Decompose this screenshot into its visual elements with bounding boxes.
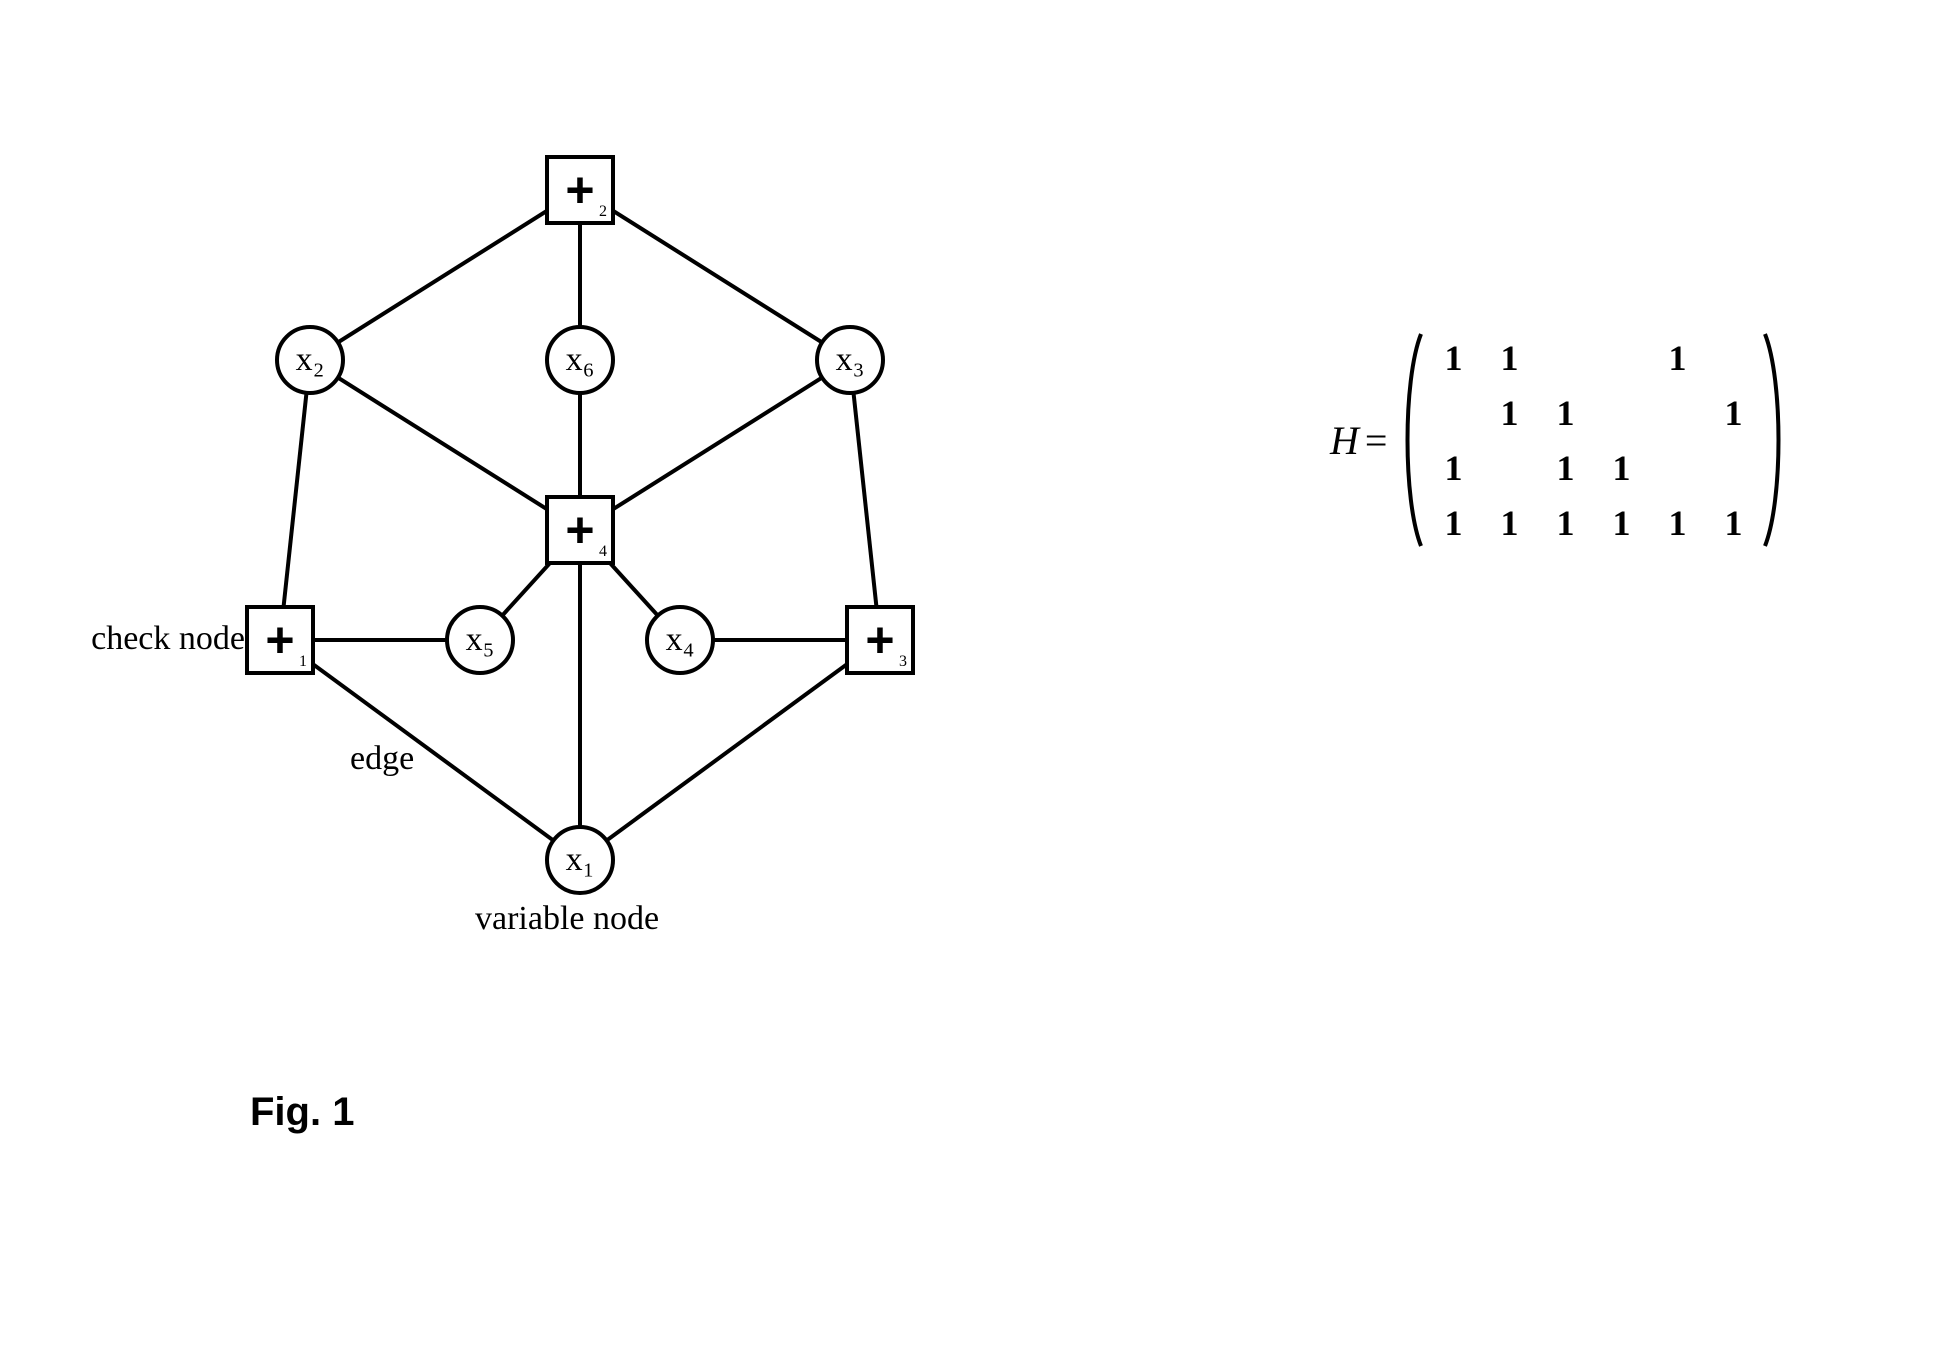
plus-icon: + [865, 615, 894, 665]
edge [580, 640, 880, 860]
right-paren-icon [1761, 330, 1789, 550]
matrix-cell: 1 [1481, 330, 1537, 385]
matrix-cell [1649, 440, 1705, 495]
matrix-cell: 1 [1705, 495, 1761, 550]
variable-node-x3: x₃ [815, 325, 885, 395]
matrix-cell [1481, 440, 1537, 495]
variable-node-label: x₃ [836, 341, 865, 379]
variable-node-x5: x₅ [445, 605, 515, 675]
matrix-cell: 1 [1481, 385, 1537, 440]
edge [310, 360, 580, 530]
variable-node-label: x₆ [566, 341, 595, 379]
check-node-subscript: 3 [899, 653, 907, 671]
matrix-cell: 1 [1425, 440, 1481, 495]
variable-node-label: x₁ [566, 841, 595, 879]
matrix-name: H [1330, 417, 1359, 464]
matrix-cell: 1 [1649, 495, 1705, 550]
edge [280, 640, 580, 860]
variable-node-x1: x₁ [545, 825, 615, 895]
check-node-annotation: check node [70, 620, 245, 658]
matrix-cell [1705, 330, 1761, 385]
matrix-cell: 1 [1705, 385, 1761, 440]
matrix-cell: 1 [1593, 440, 1649, 495]
plus-icon: + [565, 505, 594, 555]
edge [280, 360, 310, 640]
edge [310, 190, 580, 360]
variable-node-x2: x₂ [275, 325, 345, 395]
check-node-subscript: 4 [599, 543, 607, 561]
matrix-cell: 1 [1537, 385, 1593, 440]
check-node-subscript: 1 [299, 653, 307, 671]
edge-annotation: edge [350, 740, 414, 778]
matrix-row: 111111 [1425, 495, 1761, 550]
variable-node-annotation: variable node [475, 900, 659, 938]
edge [580, 190, 850, 360]
parity-check-matrix: H = 111111111111111 [1330, 330, 1789, 550]
variable-node-label: x₅ [466, 621, 495, 659]
matrix-cell: 1 [1481, 495, 1537, 550]
matrix-cell: 1 [1537, 440, 1593, 495]
check-node-subscript: 2 [599, 203, 607, 221]
left-paren-icon [1397, 330, 1425, 550]
plus-icon: + [265, 615, 294, 665]
equals-sign: = [1365, 417, 1388, 464]
matrix-cell: 1 [1593, 495, 1649, 550]
plus-icon: + [565, 165, 594, 215]
matrix-cell: 1 [1537, 495, 1593, 550]
edge [580, 360, 850, 530]
variable-node-label: x₄ [666, 621, 695, 659]
matrix-cell: 1 [1649, 330, 1705, 385]
variable-node-x4: x₄ [645, 605, 715, 675]
matrix-parentheses: 111111111111111 [1397, 330, 1789, 550]
tanner-graph: + 2 + 1 + 3 + 4 x₂ x₆ x₃ x₅ x₄ [80, 80, 980, 980]
figure-caption: Fig. 1 [250, 1090, 354, 1135]
variable-node-label: x₂ [296, 341, 325, 379]
check-node-3: + 3 [845, 605, 915, 675]
matrix-cell [1425, 385, 1481, 440]
matrix-row: 111 [1425, 385, 1761, 440]
matrix-cell: 1 [1425, 495, 1481, 550]
check-node-2: + 2 [545, 155, 615, 225]
check-node-4: + 4 [545, 495, 615, 565]
matrix-cell [1593, 330, 1649, 385]
matrix-row: 111 [1425, 330, 1761, 385]
matrix-cell [1537, 330, 1593, 385]
matrix-cell [1705, 440, 1761, 495]
matrix-cell [1593, 385, 1649, 440]
matrix-grid: 111111111111111 [1425, 330, 1761, 550]
edge [850, 360, 880, 640]
matrix-cell: 1 [1425, 330, 1481, 385]
page: + 2 + 1 + 3 + 4 x₂ x₆ x₃ x₅ x₄ [0, 0, 1943, 1363]
check-node-1: + 1 [245, 605, 315, 675]
graph-edges [80, 80, 980, 980]
variable-node-x6: x₆ [545, 325, 615, 395]
matrix-row: 111 [1425, 440, 1761, 495]
matrix-cell [1649, 385, 1705, 440]
